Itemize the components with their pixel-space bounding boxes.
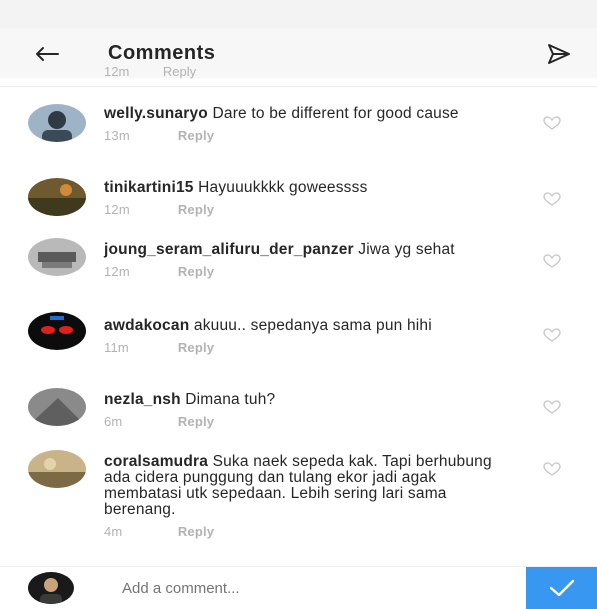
username-link[interactable]: joung_seram_alifuru_der_panzer — [104, 241, 354, 258]
comment-text: Hayuuukkkk goweessss — [198, 179, 368, 196]
post-comment-button[interactable] — [526, 567, 597, 609]
like-button[interactable] — [543, 328, 561, 342]
avatar[interactable] — [28, 104, 86, 142]
checkmark-icon — [549, 579, 574, 597]
reply-link[interactable]: Reply — [163, 66, 196, 79]
reply-link[interactable]: Reply — [178, 264, 214, 279]
like-button[interactable] — [543, 400, 561, 414]
username-link[interactable]: tinikartini15 — [104, 179, 194, 196]
reply-link[interactable]: Reply — [178, 414, 214, 429]
heart-outline-icon — [543, 462, 561, 476]
reply-link[interactable]: Reply — [178, 128, 214, 143]
paper-plane-icon — [548, 44, 570, 64]
comment-meta: 6m Reply — [104, 414, 524, 430]
like-button[interactable] — [543, 116, 561, 130]
comment-body: welly.sunaryo Dare to be different for g… — [104, 106, 524, 144]
username-link[interactable]: awdakocan — [104, 317, 189, 334]
comment-text: Jiwa yg sehat — [358, 241, 455, 258]
back-button[interactable] — [32, 40, 62, 68]
like-button[interactable] — [543, 192, 561, 206]
reply-link[interactable]: Reply — [178, 524, 214, 539]
comment-input[interactable] — [120, 575, 504, 601]
heart-outline-icon — [543, 192, 561, 206]
page-title: Comments — [108, 42, 216, 64]
previous-comment-meta: 12m Reply — [0, 66, 597, 82]
arrow-left-icon — [36, 47, 59, 61]
comment-body: awdakocan akuuu.. sepedanya sama pun hih… — [104, 318, 524, 356]
avatar[interactable] — [28, 312, 86, 350]
avatar[interactable] — [28, 388, 86, 426]
comment-text: akuuu.. sepedanya sama pun hihi — [193, 317, 432, 334]
comment-meta: 11m Reply — [104, 340, 524, 356]
username-link[interactable]: nezla_nsh — [104, 391, 181, 408]
avatar[interactable] — [28, 178, 86, 216]
heart-outline-icon — [543, 116, 561, 130]
status-bar — [0, 0, 597, 28]
avatar[interactable] — [28, 238, 86, 276]
like-button[interactable] — [543, 462, 561, 476]
comment-meta: 4m Reply — [104, 524, 504, 540]
comment-body: joung_seram_alifuru_der_panzer Jiwa yg s… — [104, 242, 524, 280]
comment-meta: 12m Reply — [104, 202, 524, 218]
reply-link[interactable]: Reply — [178, 202, 214, 217]
comment-body: nezla_nsh Dimana tuh? 6m Reply — [104, 392, 524, 430]
username-link[interactable]: welly.sunaryo — [104, 105, 208, 122]
comment-meta: 13m Reply — [104, 128, 524, 144]
heart-outline-icon — [543, 254, 561, 268]
comment-composer — [0, 566, 597, 609]
comment-time: 4m — [104, 524, 123, 539]
comment-body: tinikartini15 Hayuuukkkk goweessss 12m R… — [104, 180, 524, 218]
comment-time: 12m — [104, 202, 130, 217]
like-button[interactable] — [543, 254, 561, 268]
comment-body: coralsamudra Suka naek sepeda kak. Tapi … — [104, 454, 504, 540]
avatar[interactable] — [28, 450, 86, 488]
heart-outline-icon — [543, 400, 561, 414]
comment-time: 12m — [104, 264, 130, 279]
comment-time: 6m — [104, 414, 123, 429]
comment-meta: 12m Reply — [104, 264, 524, 280]
heart-outline-icon — [543, 328, 561, 342]
comment-time: 13m — [104, 128, 130, 143]
username-link[interactable]: coralsamudra — [104, 453, 208, 470]
direct-send-button[interactable] — [545, 40, 573, 68]
comment-time: 12m — [104, 66, 130, 79]
comment-time: 11m — [104, 340, 129, 355]
avatar — [28, 572, 74, 604]
comment-text: Dimana tuh? — [185, 391, 276, 408]
reply-link[interactable]: Reply — [178, 340, 214, 355]
divider — [0, 86, 597, 87]
comment-text: Dare to be different for good cause — [212, 105, 459, 122]
